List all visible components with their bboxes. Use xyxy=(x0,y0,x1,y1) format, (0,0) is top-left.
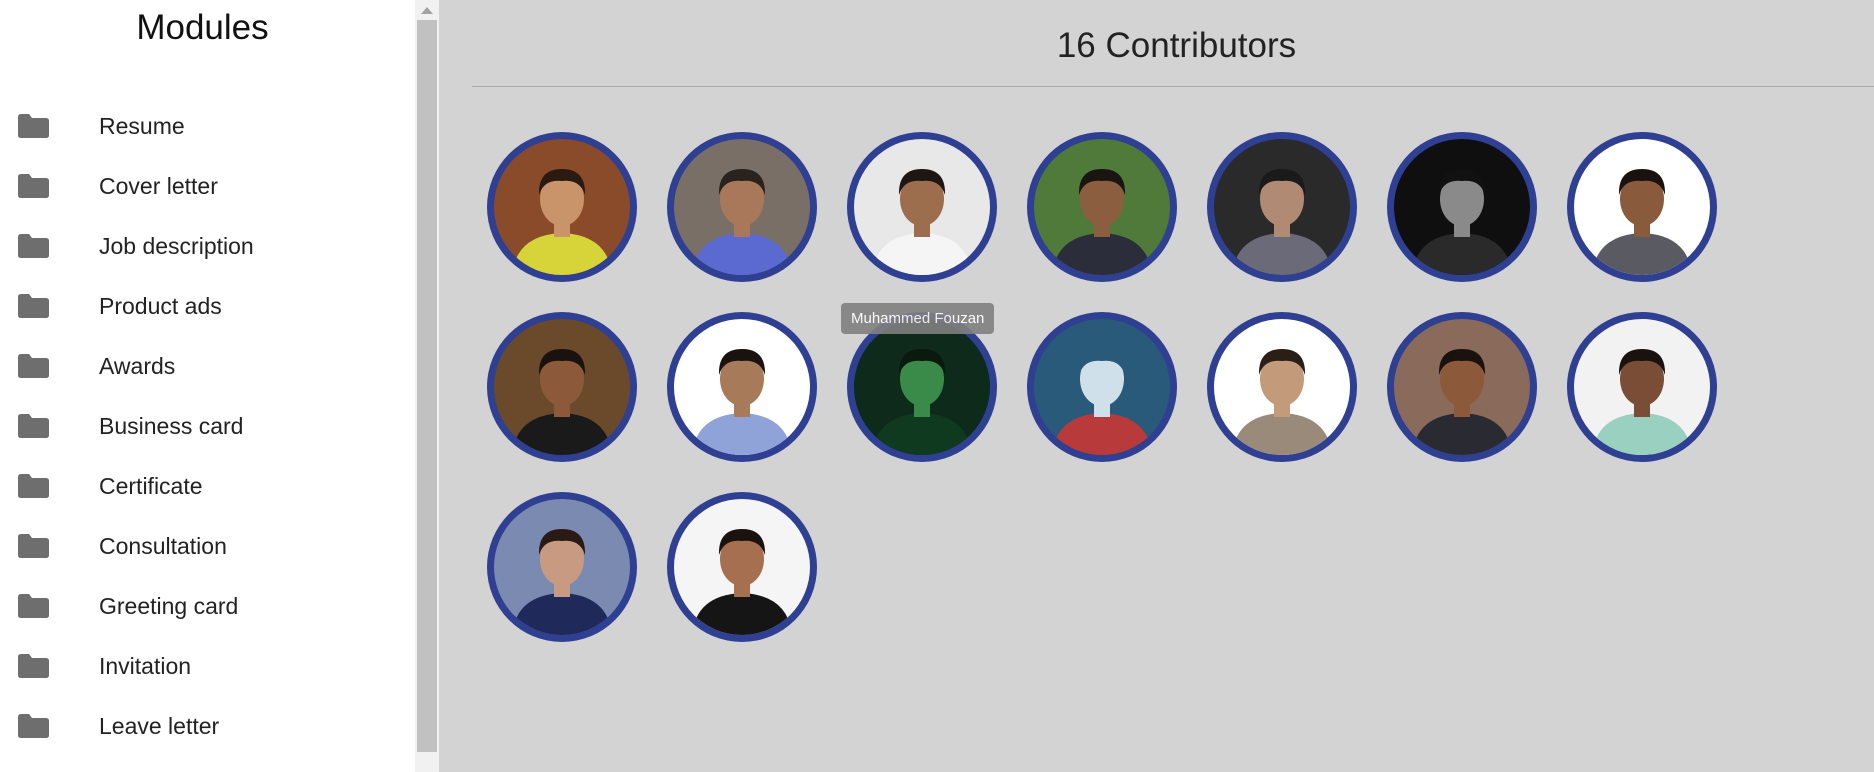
avatar-photo xyxy=(494,139,630,275)
contributor-avatar[interactable] xyxy=(667,132,817,282)
contributors-panel: 16 Contributors Muhammed Fouzan xyxy=(439,0,1874,772)
sidebar-item-certificate[interactable]: Certificate xyxy=(0,456,405,516)
avatar-photo xyxy=(854,319,990,455)
sidebar-item-label: Certificate xyxy=(99,472,203,499)
sidebar-item-resume[interactable]: Resume xyxy=(0,96,405,156)
sidebar-item-leave-letter[interactable]: Leave letter xyxy=(0,696,405,756)
folder-icon xyxy=(18,654,49,678)
sidebar-item-label: Cover letter xyxy=(99,172,218,199)
module-list: Resume Cover letter Job description Prod… xyxy=(0,96,405,756)
contributor-avatar[interactable] xyxy=(1207,312,1357,462)
avatar-photo xyxy=(674,319,810,455)
sidebar-item-cover-letter[interactable]: Cover letter xyxy=(0,156,405,216)
folder-icon xyxy=(18,354,49,378)
folder-icon xyxy=(18,114,49,138)
modules-sidebar: Modules Resume Cover letter Job descript… xyxy=(0,0,415,772)
contributor-avatar[interactable] xyxy=(487,492,637,642)
avatar-photo xyxy=(854,139,990,275)
sidebar-scrollbar[interactable] xyxy=(415,0,439,772)
contributor-avatar[interactable] xyxy=(487,132,637,282)
chevron-up-icon xyxy=(421,6,433,14)
avatar-photo xyxy=(1034,139,1170,275)
avatar-photo xyxy=(1214,139,1350,275)
scrollbar-thumb[interactable] xyxy=(417,20,437,752)
sidebar-item-job-description[interactable]: Job description xyxy=(0,216,405,276)
avatar-photo xyxy=(1394,319,1530,455)
contributor-avatar[interactable] xyxy=(1387,132,1537,282)
sidebar-item-label: Leave letter xyxy=(99,712,220,739)
avatar-photo xyxy=(1214,319,1350,455)
folder-icon xyxy=(18,714,49,738)
sidebar-item-greeting-card[interactable]: Greeting card xyxy=(0,576,405,636)
page-title: 16 Contributors xyxy=(1056,26,1297,65)
contributor-avatar[interactable] xyxy=(847,312,997,462)
avatar-photo xyxy=(1574,139,1710,275)
contributor-avatar[interactable] xyxy=(847,132,997,282)
divider xyxy=(472,86,1874,87)
sidebar-item-product-ads[interactable]: Product ads xyxy=(0,276,405,336)
sidebar-item-label: Resume xyxy=(99,112,185,139)
avatar-photo xyxy=(1394,139,1530,275)
sidebar-item-label: Business card xyxy=(99,412,244,439)
sidebar-item-invitation[interactable]: Invitation xyxy=(0,636,405,696)
folder-icon xyxy=(18,594,49,618)
folder-icon xyxy=(18,534,49,558)
contributor-avatar[interactable] xyxy=(667,492,817,642)
contributor-tooltip: Muhammed Fouzan xyxy=(841,303,995,334)
scroll-up-button[interactable] xyxy=(415,0,439,20)
sidebar-item-awards[interactable]: Awards xyxy=(0,336,405,396)
sidebar-title: Modules xyxy=(136,8,269,47)
folder-icon xyxy=(18,294,49,318)
contributor-avatar[interactable] xyxy=(1027,132,1177,282)
folder-icon xyxy=(18,174,49,198)
sidebar-item-label: Consultation xyxy=(99,532,227,559)
folder-icon xyxy=(18,234,49,258)
sidebar-item-label: Product ads xyxy=(99,292,222,319)
sidebar-item-label: Invitation xyxy=(99,652,192,679)
sidebar-item-label: Awards xyxy=(99,352,176,379)
avatar-photo xyxy=(494,499,630,635)
sidebar-item-label: Job description xyxy=(99,232,254,259)
contributor-avatar[interactable] xyxy=(1207,132,1357,282)
avatar-photo xyxy=(494,319,630,455)
folder-icon xyxy=(18,474,49,498)
contributor-avatar[interactable] xyxy=(1387,312,1537,462)
contributor-avatar[interactable] xyxy=(667,312,817,462)
contributor-avatar[interactable] xyxy=(1567,312,1717,462)
contributor-avatar[interactable] xyxy=(1027,312,1177,462)
avatar-photo xyxy=(1574,319,1710,455)
avatar-photo xyxy=(1034,319,1170,455)
sidebar-item-business-card[interactable]: Business card xyxy=(0,396,405,456)
sidebar-item-consultation[interactable]: Consultation xyxy=(0,516,405,576)
avatar-photo xyxy=(674,139,810,275)
contributor-avatar[interactable] xyxy=(1567,132,1717,282)
avatar-photo xyxy=(674,499,810,635)
sidebar-item-label: Greeting card xyxy=(99,592,239,619)
folder-icon xyxy=(18,414,49,438)
contributor-avatar[interactable] xyxy=(487,312,637,462)
